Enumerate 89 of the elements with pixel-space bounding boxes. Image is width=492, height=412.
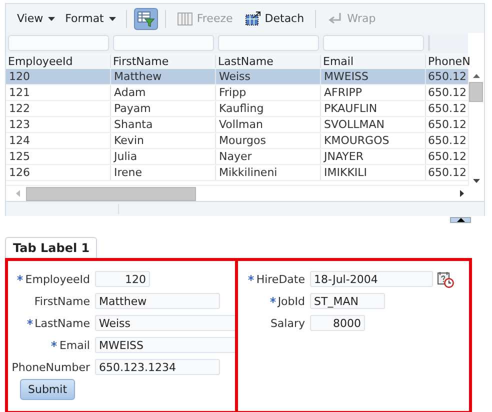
table-cell: 125 <box>6 149 111 164</box>
caret-icon <box>48 16 56 20</box>
filter-field[interactable] <box>218 35 319 51</box>
field-label: Salary <box>270 316 305 330</box>
table-cell: Kaufling <box>216 101 321 116</box>
scrollbar-thumb[interactable] <box>469 82 483 102</box>
column-header[interactable]: FirstName <box>111 54 216 68</box>
menu-button[interactable]: Format <box>62 10 119 27</box>
detach-icon <box>244 11 261 26</box>
table-row[interactable]: 125 Julia Nayer JNAYER 650.12 <box>6 149 468 165</box>
field-label: PhoneNumber <box>12 360 90 374</box>
table-cell-text: 650.12 <box>427 165 466 180</box>
table-cell: 126 <box>6 165 111 180</box>
table-cell: 123 <box>6 117 111 132</box>
table-row[interactable]: 126 Irene Mikkilineni IMIKKILI 650.12 <box>6 165 468 181</box>
table-cell: SVOLLMAN <box>321 117 426 132</box>
input-field[interactable]: 120 <box>95 271 150 287</box>
field-label: JobId <box>278 294 305 308</box>
table-cell: Payam <box>111 101 216 116</box>
column-header[interactable]: Email <box>321 54 426 68</box>
scroll-up-icon <box>472 74 480 78</box>
up-arrow-icon <box>456 218 464 222</box>
table-cell-text: 650.12 <box>427 149 466 164</box>
input-field[interactable]: 18-Jul-2004 <box>310 271 433 287</box>
return-arrow-icon <box>327 12 344 26</box>
input-field[interactable]: MWEISS <box>95 337 235 353</box>
table-cell: Nayer <box>216 149 321 164</box>
field-label: HireDate <box>256 272 305 286</box>
table-cell: MWEISS <box>321 69 426 84</box>
toolbar-button[interactable]: Detach <box>240 9 308 28</box>
menu-button[interactable]: View <box>14 10 58 27</box>
column-header[interactable]: EmployeeId <box>6 54 111 68</box>
table-cell: Julia <box>111 149 216 164</box>
table-cell: PKAUFLIN <box>321 101 426 116</box>
table-row[interactable]: 122 Payam Kaufling PKAUFLIN 650.12 <box>6 101 468 117</box>
table-cell: Weiss <box>216 69 321 84</box>
table-row[interactable]: 123 Shanta Vollman SVOLLMAN 650.12 <box>6 117 468 133</box>
table-cell: Mikkilineni <box>216 165 321 180</box>
columns-icon <box>176 12 193 26</box>
table-cell: AFRIPP <box>321 85 426 100</box>
table-cell-text: 650.12 <box>427 101 466 116</box>
table-cell: Adam <box>111 85 216 100</box>
column-header[interactable]: PhoneN <box>426 54 470 68</box>
tab[interactable]: Tab Label 1 <box>5 237 97 258</box>
field-label: LastName <box>34 316 90 330</box>
table-cell: 121 <box>6 85 111 100</box>
scroll-right-icon <box>460 190 464 197</box>
submit-button[interactable]: Submit <box>20 379 76 400</box>
horizontal-scrollbar[interactable] <box>6 186 484 201</box>
input-field[interactable]: Weiss <box>95 315 235 331</box>
filter-toggle[interactable] <box>134 8 158 30</box>
table-cell: Fripp <box>216 85 321 100</box>
calendar-clock-icon[interactable] <box>437 270 454 288</box>
field-label: Email <box>59 338 90 352</box>
table-cell-text: 650.12 <box>427 117 466 132</box>
table-cell: Irene <box>111 165 216 180</box>
table-row[interactable]: 121 Adam Fripp AFRIPP 650.12 <box>6 85 468 101</box>
table-cell: Kevin <box>111 133 216 148</box>
caret-icon <box>108 16 116 20</box>
table-row[interactable]: 124 Kevin Mourgos KMOURGOS 650.12 <box>6 133 468 149</box>
filter-field[interactable] <box>323 35 424 51</box>
collapse-button[interactable] <box>450 217 471 223</box>
table-cell-text: 650.12 <box>427 133 466 148</box>
table-cell: IMIKKILI <box>321 165 426 180</box>
table-cell-text: 650.12 <box>427 85 466 100</box>
filter-field[interactable] <box>113 35 214 51</box>
input-field[interactable]: ST_MAN <box>310 293 385 309</box>
table-cell: Mourgos <box>216 133 321 148</box>
scroll-down-icon <box>472 179 480 183</box>
table-cell: Shanta <box>111 117 216 132</box>
field-label: EmployeeId <box>25 272 90 286</box>
field-label: FirstName <box>34 294 90 308</box>
table-cell: 120 <box>6 69 111 84</box>
scrollbar-thumb[interactable] <box>26 186 196 200</box>
input-field[interactable]: 8000 <box>310 315 365 331</box>
table-cell: Matthew <box>111 69 216 84</box>
input-field[interactable]: Matthew <box>95 293 220 309</box>
table-cell: Vollman <box>216 117 321 132</box>
column-header[interactable]: LastName <box>216 54 321 68</box>
table-row[interactable]: 120 Matthew Weiss MWEISS 650.12 <box>6 69 468 85</box>
filter-icon <box>136 10 155 26</box>
input-field[interactable]: 650.123.1234 <box>95 359 220 375</box>
table-cell: 124 <box>6 133 111 148</box>
table-cell-text: 650.12 <box>427 69 466 84</box>
table-cell: KMOURGOS <box>321 133 426 148</box>
table-cell: JNAYER <box>321 149 426 164</box>
filter-field[interactable] <box>8 35 109 51</box>
scroll-left-icon <box>16 190 20 197</box>
table-cell: 122 <box>6 101 111 116</box>
